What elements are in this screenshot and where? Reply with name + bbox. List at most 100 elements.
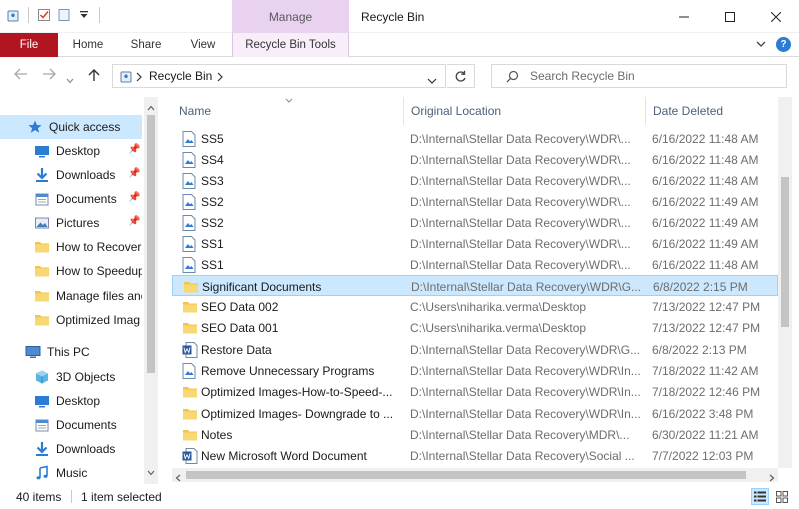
file-row[interactable]: Remove Unnecessary Programs D:\Internal\… [172, 360, 778, 381]
file-row[interactable]: SS1 D:\Internal\Stellar Data Recovery\WD… [172, 233, 778, 254]
nav-item-recent-folder[interactable]: How to Speedup [0, 259, 142, 283]
nav-item-recent-folder[interactable]: Optimized Imag [0, 308, 142, 332]
forward-arrow-icon[interactable] [42, 67, 56, 84]
nav-item-documents[interactable]: Documents [0, 413, 142, 437]
large-icons-view-icon[interactable] [773, 488, 791, 505]
file-name: Optimized Images- Downgrade to ... [201, 406, 394, 421]
nav-item-music[interactable]: Music [0, 461, 142, 484]
file-row[interactable]: Restore Data D:\Internal\Stellar Data Re… [172, 339, 778, 360]
column-header-date-deleted[interactable]: Date Deleted [646, 97, 784, 125]
pin-icon[interactable]: 📌 [128, 192, 140, 203]
nav-item-downloads-pinned[interactable]: Downloads 📌 [0, 163, 142, 187]
folder-icon [182, 384, 197, 400]
pin-icon[interactable]: 📌 [128, 216, 140, 227]
file-row[interactable]: SS3 D:\Internal\Stellar Data Recovery\WD… [172, 170, 778, 191]
date-deleted: 7/18/2022 11:42 AM [652, 363, 759, 378]
file-row[interactable]: SEO Data 002 C:\Users\niharika.verma\Des… [172, 296, 778, 317]
computer-icon [25, 344, 41, 360]
pictures-icon [34, 215, 50, 231]
nav-item-3d-objects[interactable]: 3D Objects [0, 365, 142, 389]
scroll-left-arrow-icon[interactable] [175, 471, 181, 485]
breadcrumb-separator-icon[interactable] [217, 71, 223, 85]
file-row[interactable]: SS4 D:\Internal\Stellar Data Recovery\WD… [172, 149, 778, 170]
tab-view[interactable]: View [178, 33, 228, 57]
date-deleted: 6/16/2022 11:49 AM [652, 194, 759, 209]
original-location: D:\Internal\Stellar Data Recovery\WDR\G.… [410, 342, 641, 357]
tab-recycle-bin-tools[interactable]: Recycle Bin Tools [232, 33, 349, 57]
3d-objects-icon [34, 369, 50, 385]
file-name: SS1 [201, 236, 224, 251]
nav-item-documents-pinned[interactable]: Documents 📌 [0, 187, 142, 211]
date-deleted: 7/7/2022 12:03 PM [652, 448, 754, 463]
pin-icon[interactable]: 📌 [128, 168, 140, 179]
nav-label: Downloads [56, 442, 116, 456]
nav-item-desktop[interactable]: Desktop [0, 389, 142, 413]
customize-toolbar-dropdown-icon[interactable] [77, 8, 91, 22]
nav-pane-scroll-thumb[interactable] [147, 115, 155, 373]
file-row[interactable]: Optimized Images-How-to-Speed-... D:\Int… [172, 381, 778, 402]
file-row[interactable]: New Microsoft Word Document D:\Internal\… [172, 445, 778, 466]
nav-item-recent-folder[interactable]: How to Recover [0, 235, 142, 259]
navigation-pane: Quick access Desktop 📌 Downloads 📌 Docum… [0, 97, 158, 484]
downloads-icon [34, 167, 50, 183]
file-row[interactable]: Optimized Images- Downgrade to ... D:\In… [172, 403, 778, 424]
search-box[interactable] [491, 64, 787, 88]
nav-item-downloads[interactable]: Downloads [0, 437, 142, 461]
scroll-right-arrow-icon[interactable] [769, 471, 775, 485]
image-file-icon [182, 235, 196, 252]
properties-icon[interactable] [37, 8, 51, 22]
nav-label: 3D Objects [56, 370, 116, 384]
address-bar[interactable]: Recycle Bin [112, 64, 446, 88]
tab-share[interactable]: Share [120, 33, 172, 57]
file-row[interactable]: SS1 D:\Internal\Stellar Data Recovery\WD… [172, 254, 778, 275]
file-row[interactable]: Notes D:\Internal\Stellar Data Recovery\… [172, 424, 778, 445]
up-arrow-icon[interactable] [88, 68, 100, 86]
breadcrumb-separator-icon[interactable] [136, 71, 142, 85]
file-row[interactable]: SS2 D:\Internal\Stellar Data Recovery\WD… [172, 212, 778, 233]
nav-pane-scrollbar[interactable] [144, 97, 158, 484]
minimize-button[interactable] [661, 0, 707, 33]
search-input[interactable] [530, 68, 780, 84]
address-history-chevron-icon[interactable] [427, 73, 437, 87]
refresh-button[interactable] [447, 64, 475, 88]
column-header-original-location[interactable]: Original Location [404, 97, 646, 125]
scroll-down-arrow-icon[interactable] [147, 465, 155, 479]
horizontal-scroll-thumb[interactable] [186, 471, 746, 479]
back-arrow-icon[interactable] [14, 67, 28, 84]
file-list-horizontal-scrollbar[interactable] [172, 468, 778, 482]
maximize-button[interactable] [707, 0, 753, 33]
details-view-icon[interactable] [751, 488, 769, 505]
tab-file[interactable]: File [0, 33, 58, 57]
original-location: D:\Internal\Stellar Data Recovery\WDR\..… [410, 236, 631, 251]
recycle-bin-app-icon [6, 8, 20, 22]
folder-icon [34, 312, 50, 328]
original-location: D:\Internal\Stellar Data Recovery\WDR\G.… [411, 279, 642, 294]
new-folder-icon[interactable] [57, 8, 71, 22]
nav-item-this-pc[interactable]: This PC [0, 340, 142, 364]
file-row-selected[interactable]: Significant Documents D:\Internal\Stella… [172, 275, 778, 296]
nav-item-quick-access[interactable]: Quick access [0, 115, 142, 139]
file-row[interactable]: SS2 D:\Internal\Stellar Data Recovery\WD… [172, 191, 778, 212]
manage-context-header: Manage [232, 0, 349, 33]
folder-icon [183, 279, 198, 295]
file-list-vertical-scrollbar[interactable] [778, 97, 792, 468]
original-location: D:\Internal\Stellar Data Recovery\WDR\In… [410, 406, 641, 421]
file-row[interactable]: SS5 D:\Internal\Stellar Data Recovery\WD… [172, 128, 778, 149]
toolbar-separator [99, 7, 100, 23]
breadcrumb-recycle-bin[interactable]: Recycle Bin [149, 69, 212, 83]
file-name: SS2 [201, 215, 224, 230]
nav-item-pictures-pinned[interactable]: Pictures 📌 [0, 211, 142, 235]
file-list-scroll-thumb[interactable] [781, 177, 789, 327]
nav-item-recent-folder[interactable]: Manage files and [0, 284, 142, 308]
pin-icon[interactable]: 📌 [128, 144, 140, 155]
nav-item-desktop-pinned[interactable]: Desktop 📌 [0, 139, 142, 163]
folder-icon [34, 288, 50, 304]
scroll-up-arrow-icon[interactable] [147, 100, 155, 114]
close-button[interactable] [753, 0, 799, 33]
expand-ribbon-icon[interactable] [756, 38, 766, 52]
help-icon[interactable]: ? [776, 37, 791, 52]
recent-locations-chevron-icon[interactable] [66, 71, 74, 88]
original-location: D:\Internal\Stellar Data Recovery\MDR\..… [410, 427, 630, 442]
tab-home[interactable]: Home [62, 33, 114, 57]
file-row[interactable]: SEO Data 001 C:\Users\niharika.verma\Des… [172, 317, 778, 338]
